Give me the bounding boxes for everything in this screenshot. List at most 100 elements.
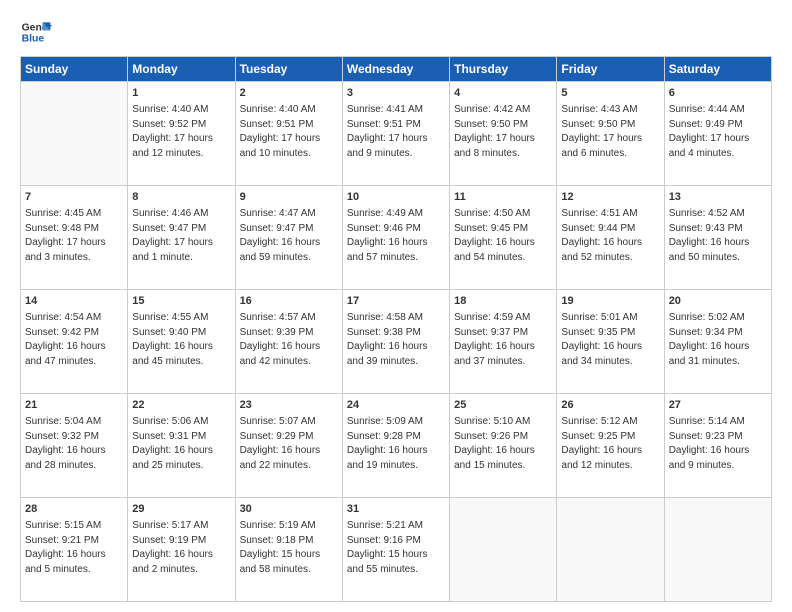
day-cell: 14 Sunrise: 4:54 AMSunset: 9:42 PMDayligh… (21, 290, 128, 394)
day-number: 10 (347, 190, 445, 205)
day-number: 6 (669, 86, 767, 101)
day-info: Sunrise: 5:14 AMSunset: 9:23 PMDaylight:… (669, 415, 767, 473)
column-header-saturday: Saturday (664, 57, 771, 82)
day-cell: 12Sunrise: 4:51 AMSunset: 9:44 PMDayligh… (557, 186, 664, 290)
column-header-friday: Friday (557, 57, 664, 82)
day-info: Sunrise: 4:47 AMSunset: 9:47 PMDaylight:… (240, 207, 338, 265)
day-info: Sunrise: 5:17 AMSunset: 9:19 PMDaylight:… (132, 519, 230, 577)
day-info: Sunrise: 4:49 AMSunset: 9:46 PMDaylight:… (347, 207, 445, 265)
day-cell: 5 Sunrise: 4:43 AMSunset: 9:50 PMDaylight… (557, 82, 664, 186)
day-cell: 24Sunrise: 5:09 AMSunset: 9:28 PMDayligh… (342, 394, 449, 498)
day-number: 8 (132, 190, 230, 205)
day-info: Sunrise: 5:10 AMSunset: 9:26 PMDaylight:… (454, 415, 552, 473)
day-cell: 2Sunrise: 4:40 AMSunset: 9:51 PMDaylight… (235, 82, 342, 186)
day-number: 27 (669, 398, 767, 413)
day-number: 21 (25, 398, 123, 413)
day-info: Sunrise: 4:43 AMSunset: 9:50 PMDaylight:… (561, 103, 659, 161)
column-header-sunday: Sunday (21, 57, 128, 82)
week-row-4: 21 Sunrise: 5:04 AMSunset: 9:32 PMDayligh… (21, 394, 772, 498)
day-info: Sunrise: 5:02 AMSunset: 9:34 PMDaylight:… (669, 311, 767, 369)
column-header-wednesday: Wednesday (342, 57, 449, 82)
day-number: 4 (454, 86, 552, 101)
day-number: 15 (132, 294, 230, 309)
day-number: 1 (132, 86, 230, 101)
day-info: Sunrise: 5:01 AMSunset: 9:35 PMDaylight:… (561, 311, 659, 369)
day-cell: 17Sunrise: 4:58 AMSunset: 9:38 PMDayligh… (342, 290, 449, 394)
day-number: 11 (454, 190, 552, 205)
day-cell: 27 Sunrise: 5:14 AMSunset: 9:23 PMDayligh… (664, 394, 771, 498)
day-cell (664, 498, 771, 602)
column-header-tuesday: Tuesday (235, 57, 342, 82)
day-info: Sunrise: 4:55 AMSunset: 9:40 PMDaylight:… (132, 311, 230, 369)
day-number: 26 (561, 398, 659, 413)
logo-icon: General Blue (20, 16, 52, 48)
day-cell: 3 Sunrise: 4:41 AMSunset: 9:51 PMDaylight… (342, 82, 449, 186)
week-row-5: 28 Sunrise: 5:15 AMSunset: 9:21 PMDayligh… (21, 498, 772, 602)
header: General Blue (20, 16, 772, 48)
day-number: 14 (25, 294, 123, 309)
day-cell: 11 Sunrise: 4:50 AMSunset: 9:45 PMDayligh… (450, 186, 557, 290)
day-cell: 10 Sunrise: 4:49 AMSunset: 9:46 PMDayligh… (342, 186, 449, 290)
day-info: Sunrise: 4:41 AMSunset: 9:51 PMDaylight:… (347, 103, 445, 161)
week-row-2: 7 Sunrise: 4:45 AMSunset: 9:48 PMDaylight… (21, 186, 772, 290)
day-info: Sunrise: 5:12 AMSunset: 9:25 PMDaylight:… (561, 415, 659, 473)
week-row-1: 1 Sunrise: 4:40 AMSunset: 9:52 PMDaylight… (21, 82, 772, 186)
day-info: Sunrise: 4:54 AMSunset: 9:42 PMDaylight:… (25, 311, 123, 369)
day-info: Sunrise: 5:04 AMSunset: 9:32 PMDaylight:… (25, 415, 123, 473)
calendar-header-row: SundayMondayTuesdayWednesdayThursdayFrid… (21, 57, 772, 82)
day-number: 30 (240, 502, 338, 517)
day-number: 7 (25, 190, 123, 205)
day-info: Sunrise: 4:45 AMSunset: 9:48 PMDaylight:… (25, 207, 123, 265)
day-number: 28 (25, 502, 123, 517)
day-number: 12 (561, 190, 659, 205)
page: General Blue SundayMondayTuesdayWednesda… (0, 0, 792, 612)
day-info: Sunrise: 4:57 AMSunset: 9:39 PMDaylight:… (240, 311, 338, 369)
day-info: Sunrise: 5:07 AMSunset: 9:29 PMDaylight:… (240, 415, 338, 473)
day-number: 17 (347, 294, 445, 309)
day-info: Sunrise: 4:44 AMSunset: 9:49 PMDaylight:… (669, 103, 767, 161)
day-info: Sunrise: 4:46 AMSunset: 9:47 PMDaylight:… (132, 207, 230, 265)
day-number: 13 (669, 190, 767, 205)
day-cell: 20Sunrise: 5:02 AMSunset: 9:34 PMDayligh… (664, 290, 771, 394)
day-number: 23 (240, 398, 338, 413)
day-cell (21, 82, 128, 186)
day-number: 25 (454, 398, 552, 413)
day-cell: 21 Sunrise: 5:04 AMSunset: 9:32 PMDayligh… (21, 394, 128, 498)
day-cell: 26 Sunrise: 5:12 AMSunset: 9:25 PMDayligh… (557, 394, 664, 498)
day-cell: 7 Sunrise: 4:45 AMSunset: 9:48 PMDaylight… (21, 186, 128, 290)
day-info: Sunrise: 5:15 AMSunset: 9:21 PMDaylight:… (25, 519, 123, 577)
day-number: 31 (347, 502, 445, 517)
column-header-monday: Monday (128, 57, 235, 82)
day-info: Sunrise: 5:21 AMSunset: 9:16 PMDaylight:… (347, 519, 445, 577)
day-info: Sunrise: 4:52 AMSunset: 9:43 PMDaylight:… (669, 207, 767, 265)
day-info: Sunrise: 5:09 AMSunset: 9:28 PMDaylight:… (347, 415, 445, 473)
day-info: Sunrise: 4:59 AMSunset: 9:37 PMDaylight:… (454, 311, 552, 369)
day-cell (557, 498, 664, 602)
day-info: Sunrise: 5:19 AMSunset: 9:18 PMDaylight:… (240, 519, 338, 577)
day-number: 5 (561, 86, 659, 101)
day-cell: 28 Sunrise: 5:15 AMSunset: 9:21 PMDayligh… (21, 498, 128, 602)
logo: General Blue (20, 16, 52, 48)
day-number: 3 (347, 86, 445, 101)
day-info: Sunrise: 4:40 AMSunset: 9:52 PMDaylight:… (132, 103, 230, 161)
day-cell: 29 Sunrise: 5:17 AMSunset: 9:19 PMDayligh… (128, 498, 235, 602)
column-header-thursday: Thursday (450, 57, 557, 82)
day-number: 29 (132, 502, 230, 517)
day-cell: 9 Sunrise: 4:47 AMSunset: 9:47 PMDaylight… (235, 186, 342, 290)
day-number: 9 (240, 190, 338, 205)
day-cell: 30 Sunrise: 5:19 AMSunset: 9:18 PMDayligh… (235, 498, 342, 602)
day-cell: 22Sunrise: 5:06 AMSunset: 9:31 PMDayligh… (128, 394, 235, 498)
svg-text:Blue: Blue (22, 34, 45, 45)
day-cell: 8 Sunrise: 4:46 AMSunset: 9:47 PMDaylight… (128, 186, 235, 290)
day-number: 18 (454, 294, 552, 309)
day-cell: 19Sunrise: 5:01 AMSunset: 9:35 PMDayligh… (557, 290, 664, 394)
day-cell: 18 Sunrise: 4:59 AMSunset: 9:37 PMDayligh… (450, 290, 557, 394)
day-cell: 15 Sunrise: 4:55 AMSunset: 9:40 PMDayligh… (128, 290, 235, 394)
day-info: Sunrise: 4:40 AMSunset: 9:51 PMDaylight:… (240, 103, 338, 161)
week-row-3: 14 Sunrise: 4:54 AMSunset: 9:42 PMDayligh… (21, 290, 772, 394)
day-number: 16 (240, 294, 338, 309)
day-cell: 13 Sunrise: 4:52 AMSunset: 9:43 PMDayligh… (664, 186, 771, 290)
day-cell: 1 Sunrise: 4:40 AMSunset: 9:52 PMDaylight… (128, 82, 235, 186)
day-info: Sunrise: 4:50 AMSunset: 9:45 PMDaylight:… (454, 207, 552, 265)
day-number: 22 (132, 398, 230, 413)
